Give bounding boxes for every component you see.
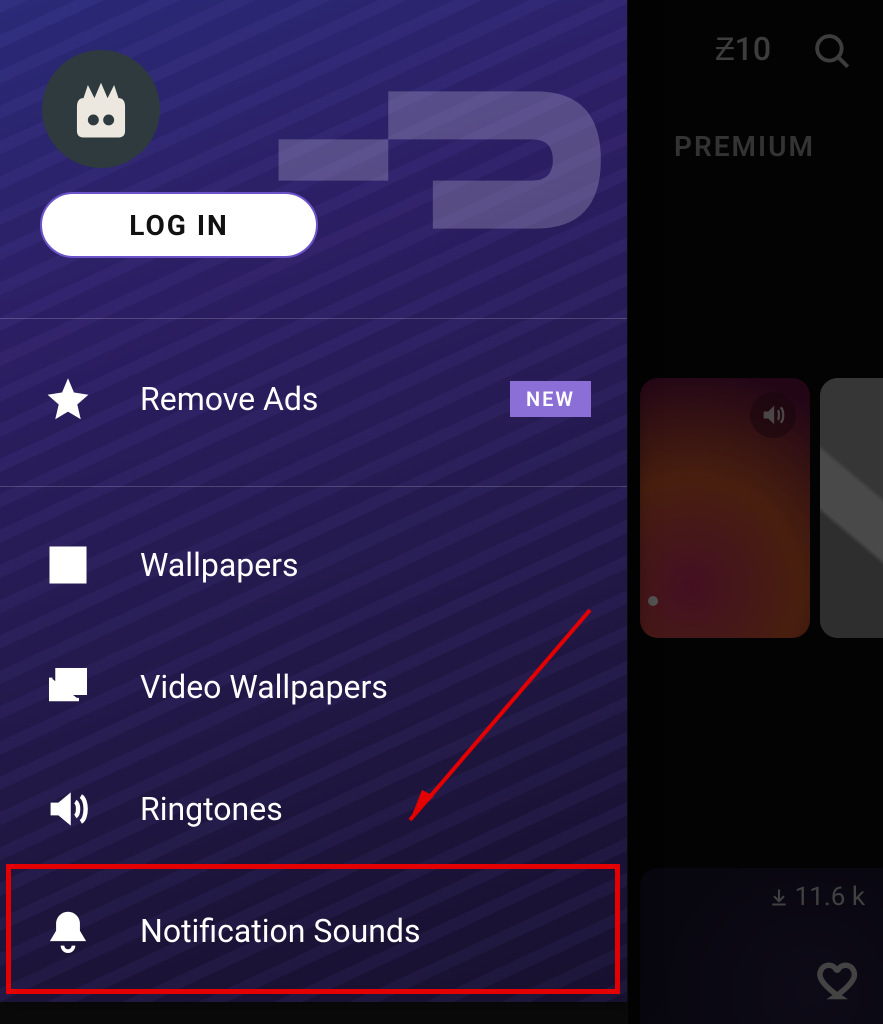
video-wallpaper-icon xyxy=(44,663,92,711)
nav-item-notification-sounds[interactable]: Notification Sounds xyxy=(0,876,627,986)
navigation-drawer: LOG IN Remove Ads NEW Wallpapers Video W… xyxy=(0,0,628,1002)
nav-item-wallpapers[interactable]: Wallpapers xyxy=(0,510,627,620)
nav-item-label: Wallpapers xyxy=(140,546,299,584)
login-button[interactable]: LOG IN xyxy=(40,192,318,258)
speaker-icon xyxy=(44,785,92,833)
divider xyxy=(0,318,627,319)
avatar[interactable] xyxy=(42,50,160,168)
new-badge: NEW xyxy=(510,381,591,417)
nav-item-video-wallpapers[interactable]: Video Wallpapers xyxy=(0,632,627,742)
image-icon xyxy=(44,541,92,589)
zedge-logo-icon xyxy=(260,40,640,280)
bell-icon xyxy=(44,907,92,955)
divider xyxy=(0,486,627,487)
app-root: Ƶ10 PREMIUM Cru 11.6 k xyxy=(0,0,883,1024)
nav-item-remove-ads[interactable]: Remove Ads NEW xyxy=(0,344,627,454)
star-icon xyxy=(44,375,92,423)
nav-item-label: Notification Sounds xyxy=(140,912,420,950)
nav-item-label: Remove Ads xyxy=(140,380,318,418)
drawer-scrim[interactable] xyxy=(628,0,883,1024)
nav-item-ringtones[interactable]: Ringtones xyxy=(0,754,627,864)
nav-item-label: Video Wallpapers xyxy=(140,668,388,706)
nav-item-label: Ringtones xyxy=(140,790,283,828)
